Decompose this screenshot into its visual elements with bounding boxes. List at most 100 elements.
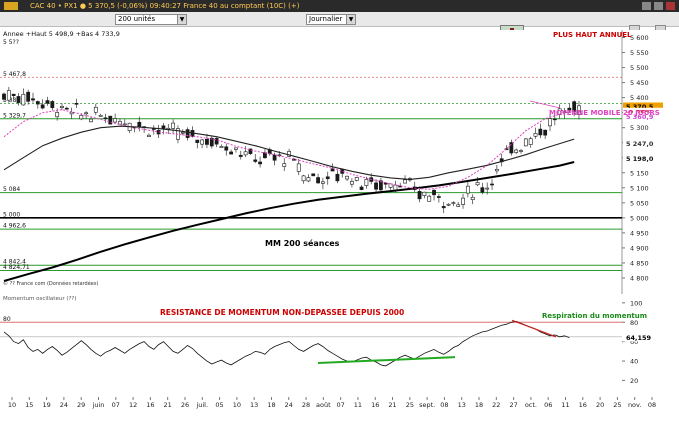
x-tick-label: 27 [509, 401, 517, 409]
x-tick-label: 25 [406, 401, 414, 409]
y-tick-label: 4 850 [630, 259, 649, 267]
candle-down [258, 161, 262, 165]
x-tick-label: 25 [613, 401, 621, 409]
price-tag: 5 198,0 [626, 155, 654, 163]
x-tick-label: 16 [371, 401, 379, 409]
candle-up [548, 118, 552, 127]
candle-down [2, 93, 6, 100]
candle-down [16, 96, 21, 103]
candle-down [161, 125, 166, 129]
candle-down [272, 154, 277, 161]
candle-up [519, 150, 523, 152]
level-label: 5 329,7 [3, 112, 26, 119]
candle-down [335, 173, 340, 182]
candle-down [224, 146, 229, 151]
main-panel-bg [0, 30, 679, 293]
candle-down [238, 154, 243, 157]
momentum-last-value: 64,159 [626, 334, 652, 342]
candle-down [26, 91, 31, 102]
candle-down [490, 183, 494, 186]
y-tick-label: 5 000 [630, 214, 649, 222]
annotation-resistance: RESISTANCE DE MOMENTUM NON-DEPASSEE DEPU… [160, 308, 404, 317]
candle-up [296, 163, 301, 172]
candle-up [93, 106, 98, 113]
candle-up [470, 196, 475, 200]
x-tick-label: 07 [112, 401, 120, 409]
annotation-mm200: MM 200 séances [265, 238, 340, 248]
candle-down [103, 117, 108, 120]
annotation-plus-haut: PLUS HAUT ANNUEL [553, 31, 632, 39]
candle-down [205, 138, 209, 145]
x-tick-label: 15 [25, 401, 33, 409]
candle-down [137, 121, 142, 128]
x-tick-label: 08 [440, 401, 448, 409]
candle-up [113, 118, 118, 123]
x-tick-label: 28 [302, 401, 310, 409]
x-tick-label: 16 [146, 401, 154, 409]
candle-down [374, 182, 378, 190]
level-label: 4 824,71 [3, 264, 30, 271]
x-tick-label: 05 [215, 401, 223, 409]
candle-down [436, 196, 441, 198]
candle-up [118, 121, 122, 125]
candle-down [552, 118, 557, 121]
x-tick-label: juil. [195, 401, 208, 409]
price-tag: 5 247,0 [626, 140, 654, 148]
candle-up [514, 149, 519, 153]
candle-up [422, 191, 427, 196]
candle-up [533, 133, 538, 137]
chart-info: Annee +Haut 5 498,9 +Bas 4 733,9 [3, 30, 120, 38]
candle-up [69, 111, 74, 115]
candle-up [147, 134, 151, 137]
candle-down [509, 142, 514, 154]
x-tick-label: 19 [42, 401, 50, 409]
candle-up [301, 175, 306, 182]
candle-down [432, 189, 436, 196]
y-tick-label: 5 150 [630, 169, 649, 177]
y-tick-label: 5 400 [630, 94, 649, 102]
candle-down [31, 98, 35, 101]
level-label: 4 962,6 [3, 223, 26, 230]
candle-up [171, 122, 176, 129]
candle-up [180, 131, 185, 134]
x-tick-label: 11 [354, 401, 362, 409]
candle-up [55, 112, 60, 118]
candle-up [349, 181, 354, 185]
candle-down [417, 191, 422, 200]
x-tick-label: juin [92, 401, 105, 409]
y-tick-label: 5 100 [630, 184, 649, 192]
y-tick-label: 5 550 [630, 49, 649, 57]
x-tick-label: 20 [596, 401, 604, 409]
x-tick-label: 22 [492, 401, 500, 409]
x-tick-label: 21 [388, 401, 396, 409]
candle-down [185, 129, 190, 138]
candle-down [383, 182, 388, 185]
candle-down [480, 187, 485, 193]
candle-up [364, 179, 369, 186]
candle-up [89, 118, 93, 123]
x-tick-label: nov. [628, 401, 642, 409]
candle-down [538, 128, 543, 136]
candle-up [321, 181, 325, 184]
candle-down [195, 139, 200, 143]
candle-up [528, 138, 533, 145]
candle-up [465, 185, 470, 194]
candle-down [50, 101, 55, 108]
candle-up [427, 195, 432, 202]
candle-up [79, 114, 84, 120]
candle-down [45, 100, 50, 104]
candle-up [485, 187, 490, 190]
chart-window: CAC 40 • PX1 ● 5 370,5 (-0,06%) 09:40:27… [0, 0, 679, 421]
x-tick-label: 16 [579, 401, 587, 409]
x-tick-label: 24 [285, 401, 293, 409]
candle-down [441, 206, 446, 209]
candle-up [122, 123, 127, 126]
candle-up [219, 146, 224, 148]
candle-up [234, 147, 238, 150]
y-tick-label: 4 800 [630, 274, 649, 282]
x-tick-label: 29 [77, 401, 85, 409]
candle-up [345, 175, 349, 180]
level-label: 5 084 [3, 186, 20, 193]
candle-down [311, 173, 316, 177]
candle-up [446, 203, 451, 206]
